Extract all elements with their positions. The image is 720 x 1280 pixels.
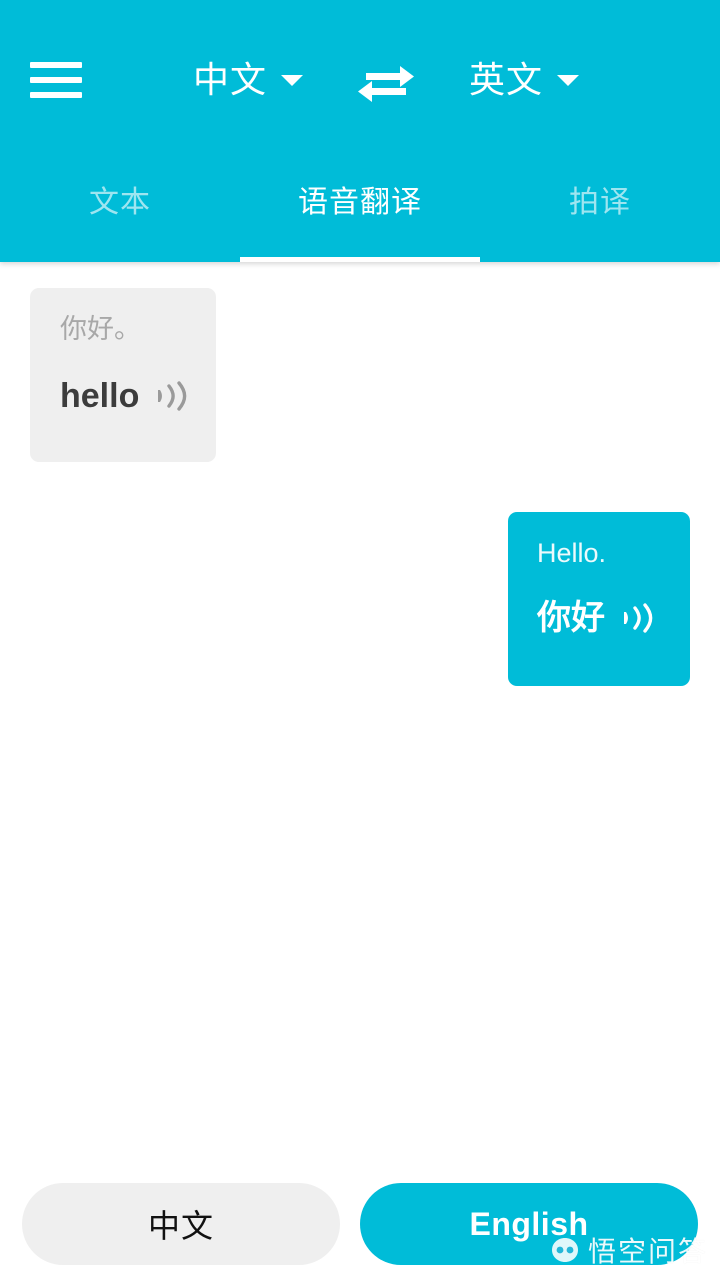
chevron-down-icon <box>557 75 580 86</box>
sound-wave-icon[interactable] <box>623 603 655 633</box>
chevron-down-icon <box>281 75 303 86</box>
message-translation-row: hello <box>60 379 194 413</box>
tab-label: 拍译 <box>569 186 631 219</box>
swap-languages-button[interactable] <box>349 52 423 108</box>
message-translated-text: 你好 <box>537 599 605 637</box>
hamburger-line <box>30 92 82 98</box>
tab-label: 文本 <box>89 186 151 219</box>
tab-photo-translate[interactable]: 拍译 <box>480 174 720 262</box>
target-language-selector[interactable]: 英文 <box>465 56 583 104</box>
app-header: 中文 英文 文本 语音翻译 拍译 <box>0 0 720 262</box>
action-bar: 中文 英文 <box>0 0 720 160</box>
tab-text[interactable]: 文本 <box>0 174 240 262</box>
message-translated-text: hello <box>60 377 140 415</box>
translation-app: 中文 英文 文本 语音翻译 拍译 你好。 hello Hello. 你好 中文 … <box>0 0 720 1280</box>
hamburger-line <box>30 77 82 83</box>
swap-horizontal-arrows-icon <box>358 66 414 102</box>
tab-indicator <box>240 257 480 262</box>
language-selector-bar: 中文 英文 <box>82 52 720 108</box>
tab-bar: 文本 语音翻译 拍译 <box>0 160 720 262</box>
hamburger-menu-icon[interactable] <box>30 60 82 100</box>
source-language-label: 中文 <box>192 59 267 100</box>
bottom-action-bar: 中文 English <box>0 1168 720 1280</box>
message-bubble-outgoing[interactable]: Hello. 你好 <box>508 512 690 686</box>
message-source-text: 你好。 <box>60 314 141 344</box>
source-language-selector[interactable]: 中文 <box>189 56 307 104</box>
message-source-text: Hello. <box>537 538 607 568</box>
hamburger-line <box>30 62 82 68</box>
target-language-label: 英文 <box>469 59 544 100</box>
conversation-area: 你好。 hello Hello. 你好 <box>0 262 720 1168</box>
tab-voice-translate[interactable]: 语音翻译 <box>240 174 480 262</box>
speak-chinese-button[interactable]: 中文 <box>22 1183 340 1265</box>
speak-english-button[interactable]: English <box>360 1183 698 1265</box>
message-bubble-incoming[interactable]: 你好。 hello <box>30 288 216 462</box>
message-translation-row: 你好 <box>537 601 670 635</box>
sound-wave-icon[interactable] <box>157 381 189 411</box>
tab-label: 语音翻译 <box>298 186 422 219</box>
